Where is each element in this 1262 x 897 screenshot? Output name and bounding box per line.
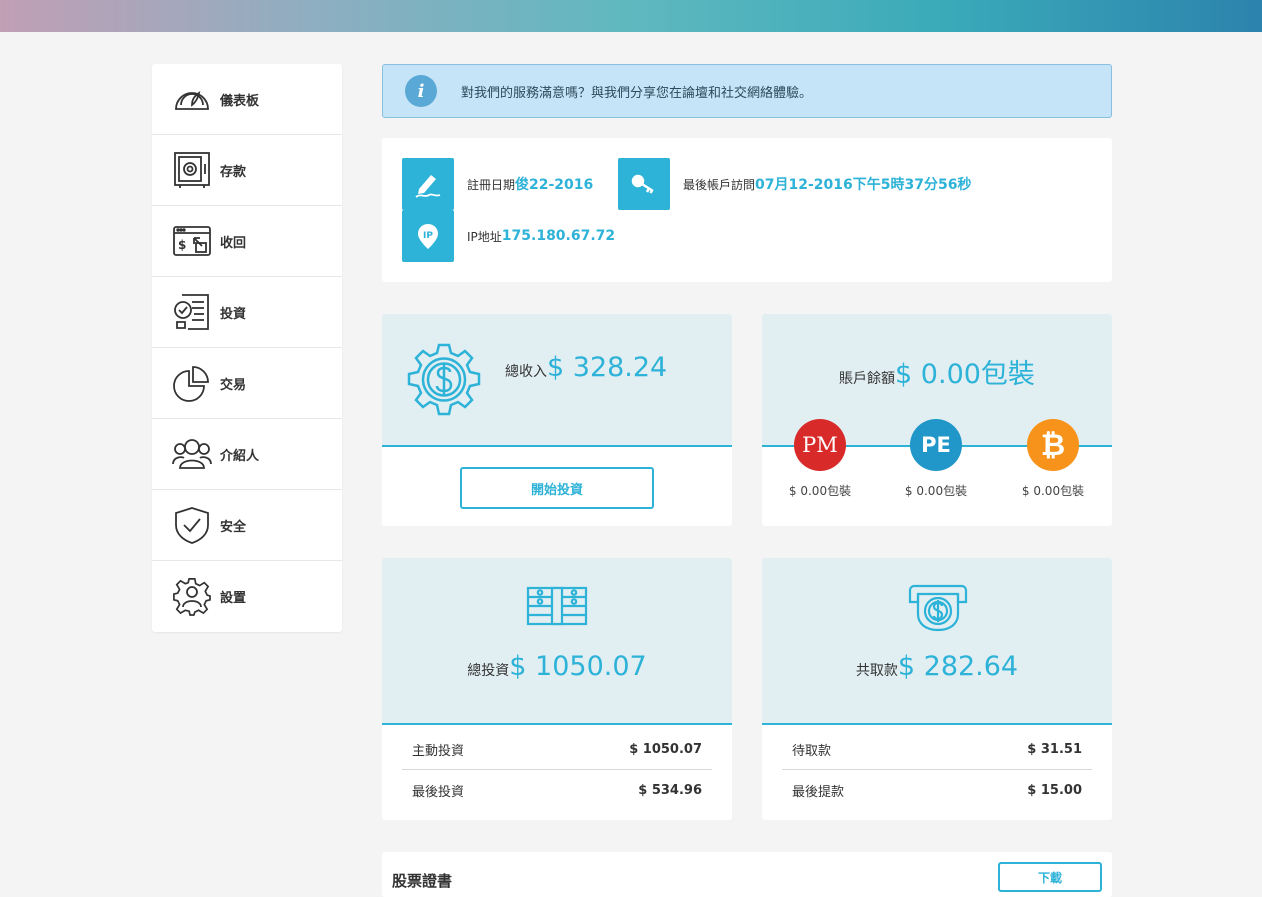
sidebar-item-label: 投資	[220, 306, 247, 322]
table-row: 最後提款 $ 15.00	[782, 770, 1092, 810]
last-access-value: 07月12-2016下午5時37分56秒	[755, 177, 972, 193]
investment-value: $ 1050.07	[509, 651, 647, 682]
sidebar-item-referral[interactable]: 介紹人	[152, 419, 342, 490]
sidebar-item-dashboard[interactable]: 儀表板	[152, 64, 342, 135]
balance-summary: 賬戶餘額 $ 0.00包裝	[762, 352, 1112, 391]
start-investing-button[interactable]: 開始投資	[460, 467, 654, 509]
row-label: 最後投資	[412, 784, 465, 800]
payeer-icon[interactable]: PE	[910, 419, 962, 471]
sidebar-item-label: 安全	[220, 519, 247, 535]
investment-summary: 總投資 $ 1050.07	[382, 651, 732, 682]
income-card-top: 總收入 $ 328.24	[382, 314, 732, 447]
ip-address: IP IP地址 175.180.67.72	[402, 210, 615, 262]
balance-label: 賬戶餘額	[839, 371, 896, 387]
sidebar-item-label: 設置	[220, 591, 247, 606]
registration-value: 俊22-2016	[515, 177, 594, 193]
row-label: 待取款	[792, 744, 832, 759]
total-withdrawal-card: 共取款 $ 282.64 待取款 $ 31.51 最後提款 $ 15.00	[762, 558, 1112, 820]
registration-label: 註冊日期	[467, 177, 516, 192]
svg-text:$: $	[178, 238, 186, 252]
sidebar-item-label: 介紹人	[220, 448, 260, 464]
income-value: $ 328.24	[547, 352, 668, 383]
bitcoin-icon[interactable]: ₿	[1027, 419, 1079, 471]
income-label: 總收入	[505, 364, 547, 380]
signature-pen-icon	[402, 158, 454, 210]
info-icon: i	[405, 75, 437, 107]
withdrawal-value: $ 282.64	[897, 651, 1019, 682]
sidebar-item-label: 存款	[220, 164, 247, 180]
ip-label: IP地址	[467, 229, 502, 244]
svg-text:IP: IP	[423, 231, 433, 241]
row-value: $ 15.00	[1027, 782, 1082, 798]
row-label: 主動投資	[412, 744, 465, 759]
withdrawal-card-top: 共取款 $ 282.64	[762, 558, 1112, 725]
pe-balance: $ 0.00包裝	[904, 484, 968, 498]
sidebar-item-security[interactable]: 安全	[152, 490, 342, 561]
pie-chart-icon	[172, 363, 212, 403]
sidebar-item-label: 儀表板	[220, 93, 260, 109]
total-investment-card: 總投資 $ 1050.07 主動投資 $ 1050.07 最後投資 $ 534.…	[382, 558, 732, 820]
row-value: $ 31.51	[1027, 742, 1082, 757]
withdraw-icon: $	[172, 221, 212, 261]
balance-value: $ 0.00包裝	[895, 359, 1035, 390]
withdrawal-summary: 共取款 $ 282.64	[762, 651, 1112, 682]
ip-location-pin-icon: IP	[402, 210, 454, 262]
perfect-money-icon[interactable]: PM	[794, 419, 846, 471]
atm-withdraw-icon	[906, 584, 970, 636]
pm-balance: $ 0.00包裝	[788, 484, 852, 498]
settings-gear-user-icon	[172, 577, 212, 617]
last-access: 最後帳戶訪問 07月12-2016下午5時37分56秒	[618, 158, 971, 210]
dashboard-gauge-icon	[172, 79, 212, 119]
info-banner: i 對我們的服務滿意嗎？與我們分享您在論壇和社交網絡體驗。	[382, 64, 1112, 118]
btc-balance: $ 0.00包裝	[1021, 484, 1085, 498]
banner-text: 對我們的服務滿意嗎？與我們分享您在論壇和社交網絡體驗。	[461, 85, 813, 101]
sidebar-item-invest[interactable]: 投資	[152, 277, 342, 348]
sidebar-item-deposit[interactable]: 存款	[152, 135, 342, 206]
shield-check-icon	[172, 505, 212, 545]
income-summary: 總收入 $ 328.24	[505, 352, 667, 383]
table-row: 主動投資 $ 1050.07	[402, 730, 712, 770]
money-bundle-icon	[526, 586, 588, 630]
ip-value: 175.180.67.72	[501, 228, 616, 244]
safe-icon	[172, 150, 212, 190]
invest-checklist-icon	[172, 292, 212, 332]
download-button[interactable]: 下載	[998, 862, 1102, 892]
sidebar-item-withdraw[interactable]: $ 收回	[152, 206, 342, 277]
investment-card-top: 總投資 $ 1050.07	[382, 558, 732, 725]
gear-dollar-icon	[406, 342, 482, 422]
account-info-card: 註冊日期 俊22-2016 最後帳戶訪問 07月12-2016下午5時37分56…	[382, 138, 1112, 282]
sidebar: 儀表板 存款 $ 收回 投資 交易 介紹人 安全 設置	[152, 64, 342, 632]
referral-users-icon	[172, 434, 212, 474]
row-value: $ 1050.07	[629, 742, 702, 757]
stock-certificate-card: 股票證書 下載	[382, 852, 1112, 897]
sidebar-item-label: 收回	[220, 235, 247, 251]
last-access-label: 最後帳戶訪問	[683, 177, 756, 192]
certificate-title: 股票證書	[392, 872, 453, 890]
row-label: 最後提款	[792, 784, 845, 800]
withdrawal-label: 共取款	[855, 663, 898, 679]
sidebar-item-label: 交易	[220, 377, 247, 393]
sidebar-item-settings[interactable]: 設置	[152, 561, 342, 632]
investment-label: 總投資	[467, 663, 510, 679]
registration-date: 註冊日期 俊22-2016	[402, 158, 593, 210]
total-income-card: 總收入 $ 328.24 開始投資	[382, 314, 732, 526]
key-icon	[618, 158, 670, 210]
table-row: 最後投資 $ 534.96	[402, 770, 712, 810]
table-row: 待取款 $ 31.51	[782, 730, 1092, 770]
row-value: $ 534.96	[638, 782, 702, 798]
sidebar-item-trade[interactable]: 交易	[152, 348, 342, 419]
top-gradient-bar	[0, 0, 1262, 32]
account-balance-card: 賬戶餘額 $ 0.00包裝 PM PE ₿ $ 0.00包裝 $ 0.00包裝 …	[762, 314, 1112, 526]
